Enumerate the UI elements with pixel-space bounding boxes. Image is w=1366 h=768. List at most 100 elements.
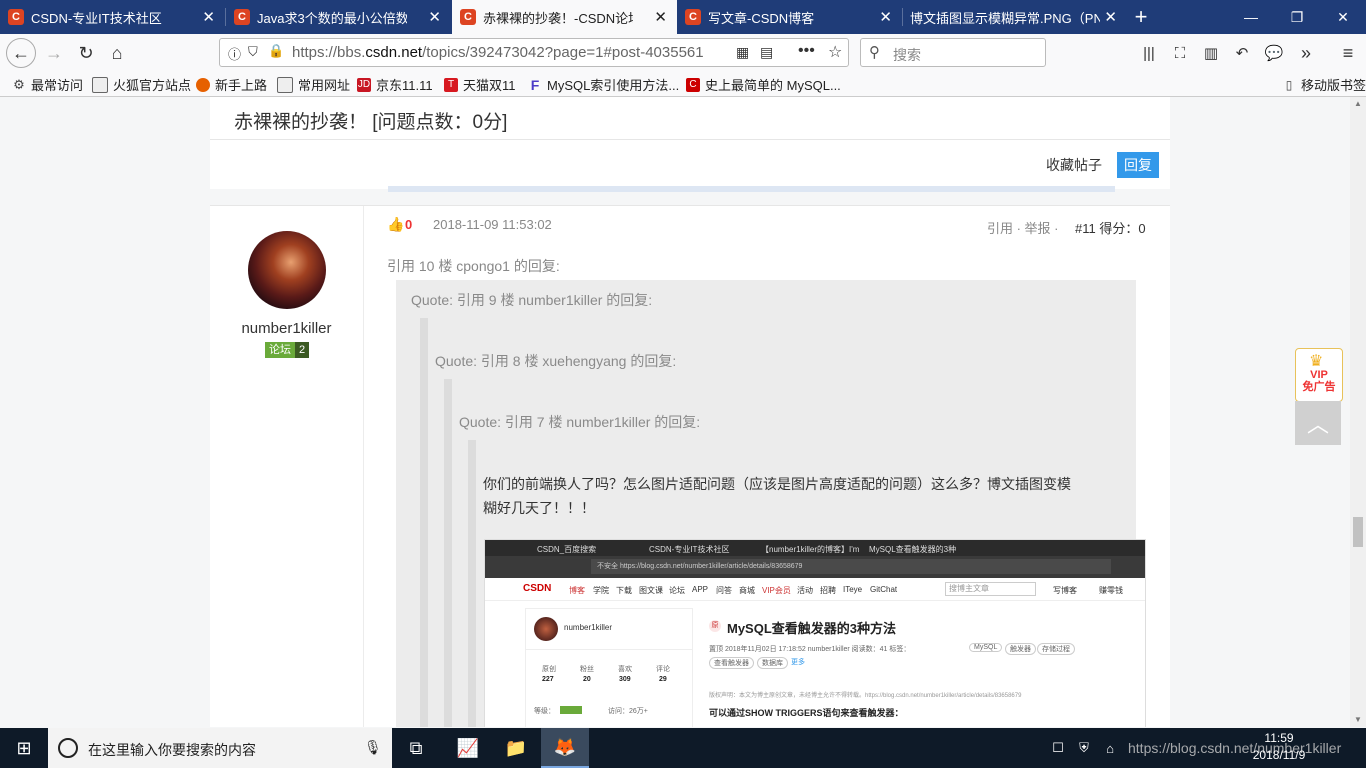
divider — [210, 139, 1170, 140]
lock-warning-icon[interactable]: 🔒 — [268, 43, 284, 59]
firefox-taskbar-icon[interactable]: 🦊 — [541, 728, 589, 768]
tmall-icon: T — [444, 77, 458, 92]
new-tab-button[interactable]: + — [1118, 0, 1164, 34]
bookmark-common-urls[interactable]: 常用网址 — [277, 75, 350, 94]
shot-nav-item: VIP会员 — [762, 586, 791, 595]
file-explorer-icon[interactable]: 📁 — [492, 728, 540, 768]
bookmark-tmall[interactable]: T 天猫双11 — [444, 75, 516, 94]
home-icon[interactable]: ⌂ — [103, 39, 131, 67]
info-icon[interactable]: ⓘ — [228, 44, 241, 63]
network-icon[interactable]: ⌂ — [1098, 728, 1122, 768]
shot-stat-value: 20 — [583, 676, 591, 683]
shot-tab: CSDN-专业IT技术社区 — [649, 545, 730, 554]
thumbs-up-icon[interactable]: 👍 — [387, 216, 404, 233]
shot-username: number1killer — [564, 623, 613, 632]
bookmark-label: 京东11.11 — [376, 78, 433, 93]
shot-stat-label: 原创 — [542, 666, 556, 673]
shot-divider — [526, 649, 692, 650]
scroll-down-icon[interactable]: ▼ — [1354, 715, 1362, 724]
close-icon[interactable]: ✕ — [1104, 8, 1117, 26]
action-center-icon[interactable]: ☐ — [1046, 728, 1070, 768]
qr-code-icon[interactable]: ▦ — [736, 44, 749, 61]
chat-icon[interactable]: 💬 — [1260, 39, 1288, 67]
bookmark-firefox-site[interactable]: 火狐官方站点 — [92, 75, 191, 94]
scrollbar-thumb[interactable] — [1353, 517, 1363, 547]
tab-label: 写文章-CSDN博客 — [708, 10, 815, 26]
scroll-up-icon[interactable]: ▲ — [1354, 99, 1362, 108]
tab-label: 赤裸裸的抄袭！-CSDN论坛 — [483, 10, 633, 26]
shot-nav-item: GitChat — [870, 585, 898, 594]
shot-stat-value: 29 — [659, 676, 667, 683]
reply-button[interactable]: 回复 — [1117, 152, 1159, 178]
shot-search: 搜博主文章 — [945, 582, 1036, 596]
quote-level-3: Quote: 引用 7 楼 number1killer 的回复: — [459, 414, 701, 430]
shot-nav-item: 招聘 — [820, 586, 836, 595]
hamburger-menu-icon[interactable]: ≡ — [1334, 39, 1362, 67]
library-icon[interactable]: ||| — [1135, 39, 1163, 67]
microphone-icon[interactable]: 🎙 — [364, 739, 382, 756]
window-close-icon[interactable]: ✕ — [1320, 0, 1366, 34]
search-input[interactable]: ⚲ 搜索 — [860, 38, 1046, 67]
taskbar-search-box[interactable]: 在这里输入你要搜索的内容 🎙 — [48, 728, 392, 768]
folder-icon — [277, 76, 293, 93]
csdn-icon: C — [685, 9, 701, 25]
vip-no-ads-button[interactable]: ♛ VIP 免广告 — [1295, 348, 1343, 402]
tab-forum-active[interactable]: C 赤裸裸的抄袭！-CSDN论坛 ✕ — [452, 0, 677, 34]
shot-nav-item: 学院 — [593, 586, 609, 595]
gear-icon: ⚙ — [13, 76, 25, 92]
taskbar-clock[interactable]: 11:59 2018/11/9 — [1248, 730, 1310, 764]
minimize-icon[interactable]: — — [1228, 0, 1274, 34]
quote-report-links[interactable]: 引用 · 举报 · — [987, 218, 1059, 237]
close-icon[interactable]: ✕ — [879, 8, 892, 26]
reader-view-icon[interactable]: ▤ — [760, 44, 773, 61]
bookmark-mysql-simple[interactable]: C 史上最简单的 MySQL... — [686, 75, 841, 94]
sidebar-icon[interactable]: ▥ — [1197, 39, 1225, 67]
windows-start-icon[interactable]: ⊞ — [0, 728, 48, 768]
csdn-icon: C — [686, 77, 700, 92]
overflow-chevron-icon[interactable]: » — [1292, 39, 1320, 67]
undo-icon[interactable]: ↶ — [1228, 39, 1256, 67]
page-actions-icon[interactable]: ••• — [798, 42, 815, 60]
shot-article: 原 MySQL查看触发器的3种方法 置顶 2018年11月02日 17:18:5… — [695, 608, 1145, 727]
bookmark-jd[interactable]: JD 京东11.11 — [357, 75, 433, 94]
favorite-topic-button[interactable]: 收藏帖子 — [1046, 155, 1102, 175]
restore-icon[interactable]: ❐ — [1274, 0, 1320, 34]
bookmark-mysql-index[interactable]: F MySQL索引使用方法... — [528, 75, 679, 94]
cortana-icon — [58, 738, 78, 758]
bookmark-label: MySQL索引使用方法... — [547, 78, 680, 93]
close-icon[interactable]: ✕ — [654, 8, 667, 26]
reload-icon[interactable]: ↻ — [72, 39, 100, 67]
shot-tag: 数据库 — [757, 657, 788, 669]
shot-lead-text: 可以通过SHOW TRIGGERS语句来查看触发器： — [709, 708, 904, 718]
star-icon[interactable]: ☆ — [828, 42, 842, 62]
close-icon[interactable]: ✕ — [428, 8, 441, 26]
address-bar[interactable]: ⓘ ⛉ 🔒 https://bbs.csdn.net/topics/392473… — [219, 38, 849, 67]
bookmark-getting-started[interactable]: 新手上路 — [196, 75, 267, 94]
bookmark-most-visited[interactable]: ⚙ 最常访问 — [12, 75, 83, 94]
crop-screenshot-icon[interactable]: ⛶ — [1166, 39, 1194, 67]
csdn-icon: C — [8, 9, 24, 25]
tab-write-article[interactable]: C 写文章-CSDN博客 ✕ — [677, 0, 902, 34]
back-to-top-button[interactable]: ︿ — [1295, 401, 1341, 445]
tab-png-image[interactable]: 博文插图显示模糊异常.PNG（PNG ✕ — [902, 0, 1127, 34]
vip-label: VIP 免广告 — [1302, 369, 1336, 393]
quote-bar — [420, 318, 428, 727]
tab-csdn-home[interactable]: C CSDN-专业IT技术社区 ✕ — [0, 0, 225, 34]
task-manager-icon[interactable]: 📈 — [444, 728, 492, 768]
crown-icon: ♛ — [1309, 353, 1324, 370]
back-arrow-icon[interactable]: ← — [6, 38, 36, 68]
close-icon[interactable]: ✕ — [202, 8, 215, 26]
avatar[interactable] — [248, 231, 326, 309]
csdn-icon: C — [460, 9, 476, 25]
author-name[interactable]: number1killer — [210, 320, 363, 337]
shield-icon[interactable]: ⛉ — [248, 44, 258, 60]
mobile-bookmarks[interactable]: ▯ 移动版书签 — [1282, 75, 1366, 94]
security-shield-icon[interactable]: ⛨ — [1072, 728, 1096, 768]
tab-java-lcm[interactable]: C Java求3个数的最小公倍数(3个 ✕ — [226, 0, 451, 34]
page-scrollbar[interactable]: ▲ ▼ — [1350, 97, 1366, 727]
bookmark-label: 史上最简单的 MySQL... — [705, 78, 841, 93]
task-view-icon[interactable]: ⧉ — [392, 728, 440, 768]
forward-arrow-icon[interactable]: → — [40, 39, 68, 67]
f-logo-icon: F — [530, 76, 540, 93]
folder-icon — [92, 76, 108, 93]
